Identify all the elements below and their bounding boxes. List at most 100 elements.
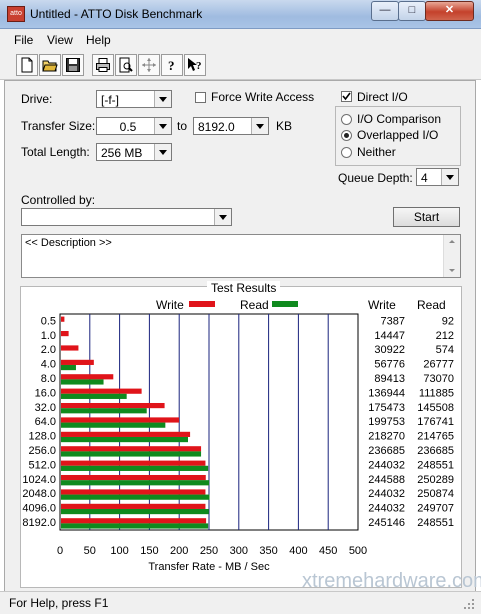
scroll-arrows-icon: [449, 240, 455, 272]
x-tick-label: 350: [259, 545, 277, 557]
menu-help[interactable]: Help: [86, 33, 111, 47]
move-button[interactable]: [138, 54, 160, 76]
write-bar: [61, 330, 69, 337]
resize-grip-icon[interactable]: [462, 597, 476, 611]
menu-file[interactable]: File: [14, 33, 33, 47]
start-button-label: Start: [413, 210, 440, 224]
transfer-size-to-value: 8192.0: [198, 120, 235, 134]
io-comparison-radio[interactable]: [341, 114, 352, 125]
write-value: 175473: [368, 402, 405, 414]
read-bar: [61, 465, 209, 471]
category-label: 8.0: [41, 373, 56, 385]
toolbar: ? ?: [0, 49, 481, 80]
direct-io-checkbox[interactable]: [341, 91, 352, 102]
minimize-icon: —: [379, 4, 391, 16]
read-value: 574: [436, 344, 454, 356]
queue-depth-select[interactable]: 4: [416, 168, 459, 186]
category-label: 1024.0: [22, 474, 56, 486]
new-button[interactable]: [16, 54, 38, 76]
status-bar: For Help, press F1: [0, 591, 481, 614]
write-value: 244588: [368, 474, 405, 486]
category-label: 4.0: [41, 359, 56, 371]
app-icon: atto: [7, 6, 25, 22]
window-title: Untitled - ATTO Disk Benchmark: [30, 7, 203, 21]
kb-label: KB: [276, 119, 293, 133]
write-value: 244032: [368, 459, 405, 471]
read-legend-swatch: [272, 301, 298, 307]
transfer-size-from-select[interactable]: 0.5: [96, 117, 172, 135]
start-button[interactable]: Start: [393, 207, 460, 227]
read-value: 236685: [417, 445, 454, 457]
print-icon: [96, 58, 110, 72]
write-bar: [61, 388, 142, 394]
to-label: to: [177, 119, 188, 133]
drive-select[interactable]: [-f-]: [96, 90, 172, 108]
write-value: 199753: [368, 416, 405, 428]
x-tick-label: 0: [57, 545, 63, 557]
transfer-size-to-select[interactable]: 8192.0: [193, 117, 269, 135]
category-label: 1.0: [41, 330, 56, 342]
save-icon: [66, 58, 80, 72]
description-text: << Description >>: [25, 237, 112, 249]
minimize-button[interactable]: —: [371, 1, 399, 21]
checkmark-icon: [342, 92, 351, 101]
write-bar: [61, 460, 206, 466]
x-tick-label: 250: [200, 545, 218, 557]
read-value: 92: [442, 315, 454, 327]
x-tick-label: 500: [349, 545, 367, 557]
write-value: 14447: [374, 330, 405, 342]
controlled-by-select[interactable]: [21, 208, 232, 226]
queue-depth-value: 4: [421, 171, 428, 185]
read-bar: [61, 451, 202, 457]
category-label: 256.0: [28, 445, 56, 457]
read-value: 214765: [417, 431, 454, 443]
x-tick-label: 100: [110, 545, 128, 557]
write-bar: [61, 474, 206, 481]
context-help-button[interactable]: ?: [184, 54, 206, 76]
write-value: 245146: [368, 517, 405, 529]
read-value: 73070: [423, 373, 454, 385]
save-button[interactable]: [62, 54, 84, 76]
read-bar: [61, 494, 210, 500]
write-value: 236685: [368, 445, 405, 457]
read-bar: [61, 408, 147, 414]
force-write-checkbox[interactable]: [195, 92, 206, 103]
drive-label: Drive:: [21, 92, 53, 106]
total-length-select[interactable]: 256 MB: [96, 143, 172, 161]
description-box[interactable]: << Description >>: [21, 234, 461, 278]
help-button[interactable]: ?: [161, 54, 183, 76]
category-label: 4096.0: [22, 503, 56, 515]
neither-label: Neither: [357, 145, 396, 159]
write-value: 136944: [368, 387, 405, 399]
chevron-down-icon: [154, 118, 171, 134]
category-label: 128.0: [28, 431, 56, 443]
transfer-size-label: Transfer Size:: [21, 119, 96, 133]
controlled-by-label: Controlled by:: [21, 193, 96, 207]
close-button[interactable]: ✕: [425, 1, 474, 21]
x-axis-label: Transfer Rate - MB / Sec: [148, 561, 270, 573]
write-value: 30922: [374, 344, 405, 356]
read-value: 250289: [417, 474, 454, 486]
write-bar: [61, 402, 165, 409]
write-value: 218270: [368, 431, 405, 443]
read-value: 250874: [417, 488, 454, 500]
open-button[interactable]: [39, 54, 61, 76]
x-tick-label: 200: [170, 545, 188, 557]
maximize-button[interactable]: □: [398, 1, 426, 21]
chevron-down-icon: [154, 144, 171, 160]
write-value: 244032: [368, 488, 405, 500]
print-button[interactable]: [92, 54, 114, 76]
read-bar: [61, 436, 188, 443]
direct-io-label: Direct I/O: [357, 90, 408, 104]
x-tick-label: 450: [319, 545, 337, 557]
write-value: 89413: [374, 373, 405, 385]
print-preview-button[interactable]: [115, 54, 137, 76]
neither-radio[interactable]: [341, 147, 352, 158]
description-scrollbar[interactable]: [443, 235, 460, 277]
menu-bar: File View Help: [0, 29, 481, 49]
category-label: 512.0: [28, 459, 56, 471]
maximize-icon: □: [408, 4, 416, 16]
menu-view[interactable]: View: [47, 33, 73, 47]
overlapped-io-radio[interactable]: [341, 130, 352, 141]
transfer-rate-chart: 0 50 100 150 200 250 300 350 400 450 500 Transfer R…: [22, 313, 454, 573]
